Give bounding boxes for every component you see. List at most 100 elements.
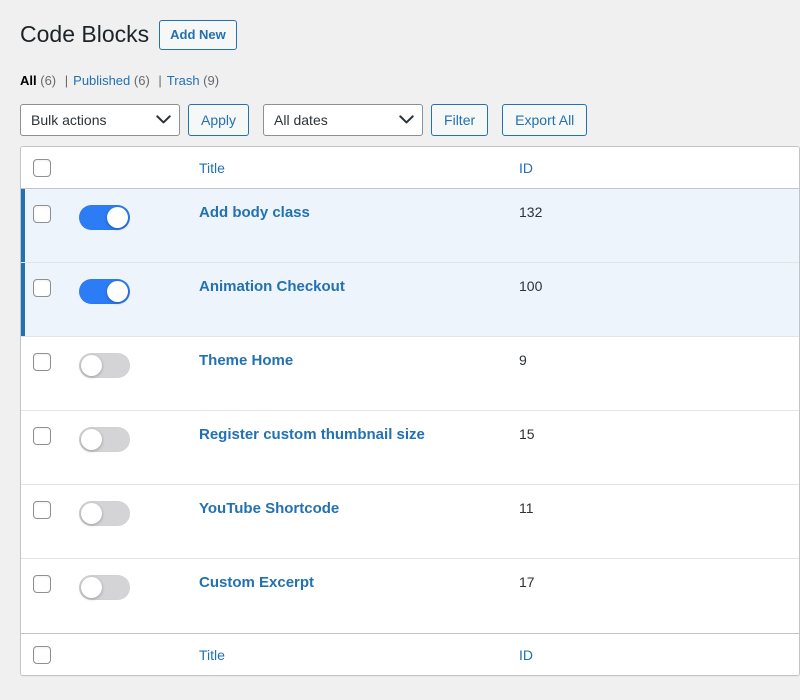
title-header[interactable]: Title [189, 147, 509, 189]
title-footer[interactable]: Title [189, 633, 509, 675]
row-id-value: 15 [519, 426, 535, 442]
filter-button[interactable]: Filter [431, 104, 489, 136]
row-title-link[interactable]: Add body class [199, 203, 310, 223]
table-head: Title ID [21, 147, 799, 189]
row-title-link[interactable]: Theme Home [199, 351, 293, 371]
row-checkbox[interactable] [33, 353, 51, 372]
status-toggle-off[interactable] [79, 575, 130, 600]
status-toggle-on[interactable] [79, 279, 130, 304]
bulk-actions-select-wrapper: Bulk actions [20, 104, 180, 136]
row-toggle-cell [69, 485, 189, 559]
toggle-knob [81, 429, 102, 450]
table-row: Register custom thumbnail size 15 [21, 411, 799, 485]
row-title-link[interactable]: Register custom thumbnail size [199, 425, 425, 445]
add-new-button[interactable]: Add New [159, 20, 237, 50]
views-separator-1: | [64, 73, 69, 88]
id-header[interactable]: ID [509, 147, 799, 189]
row-title-cell: Theme Home [189, 337, 509, 411]
page-header: Code Blocks Add New [20, 18, 800, 52]
toggle-knob [107, 281, 128, 302]
row-id-value: 17 [519, 574, 535, 590]
toggle-header [69, 147, 189, 189]
row-title-cell: Register custom thumbnail size [189, 411, 509, 485]
view-all-link[interactable]: All [20, 73, 37, 88]
dates-select[interactable]: All dates [263, 104, 424, 136]
views-nav: All (6) | Published (6) | Trash (9) [20, 68, 800, 94]
view-trash-link[interactable]: Trash [167, 73, 200, 88]
row-title-link[interactable]: Animation Checkout [199, 277, 345, 297]
export-all-button[interactable]: Export All [502, 104, 588, 136]
select-all-checkbox-footer[interactable] [33, 645, 51, 664]
row-checkbox[interactable] [33, 575, 51, 594]
status-toggle-off[interactable] [79, 353, 130, 378]
row-checkbox[interactable] [33, 501, 51, 520]
row-select-cell [21, 485, 69, 559]
row-id-value: 9 [519, 352, 527, 368]
select-all-checkbox[interactable] [33, 158, 51, 177]
view-trash-count: (9) [203, 73, 220, 88]
bulk-actions-group: Bulk actions Apply [20, 104, 250, 136]
row-toggle-cell [69, 559, 189, 633]
row-checkbox[interactable] [33, 205, 51, 224]
toggle-knob [107, 207, 128, 228]
row-select-cell [21, 411, 69, 485]
view-published: Published (6) | [73, 68, 167, 94]
status-toggle-off[interactable] [79, 427, 130, 452]
toggle-knob [81, 577, 102, 598]
view-all-count: (6) [40, 73, 57, 88]
row-select-cell [21, 337, 69, 411]
page-title: Code Blocks [20, 21, 150, 48]
row-toggle-cell [69, 337, 189, 411]
table-row: Custom Excerpt 17 [21, 559, 799, 633]
row-id-cell: 15 [509, 411, 799, 485]
row-id-value: 100 [519, 278, 543, 294]
table-row: Add body class 132 [21, 189, 799, 263]
row-id-value: 132 [519, 204, 543, 220]
view-all: All (6) | [20, 68, 73, 94]
bulk-actions-select[interactable]: Bulk actions [20, 104, 180, 136]
row-title-cell: Custom Excerpt [189, 559, 509, 633]
dates-select-wrapper: All dates [263, 104, 424, 136]
table-header-row: Title ID [21, 147, 799, 189]
row-toggle-cell [69, 263, 189, 337]
row-id-cell: 100 [509, 263, 799, 337]
row-toggle-cell [69, 411, 189, 485]
status-toggle-on[interactable] [79, 205, 130, 230]
table-footer-row: Title ID [21, 633, 799, 675]
table-foot: Title ID [21, 633, 799, 675]
row-title-cell: Animation Checkout [189, 263, 509, 337]
view-trash: Trash (9) [167, 68, 219, 94]
row-id-cell: 9 [509, 337, 799, 411]
row-title-link[interactable]: YouTube Shortcode [199, 499, 339, 519]
table-body: Add body class 132 Animation Checkout 100 Th… [21, 189, 799, 633]
views-separator-2: | [158, 73, 162, 88]
table-row: Animation Checkout 100 [21, 263, 799, 337]
row-select-cell [21, 189, 69, 263]
row-id-cell: 17 [509, 559, 799, 633]
table-row: Theme Home 9 [21, 337, 799, 411]
table-row: YouTube Shortcode 11 [21, 485, 799, 559]
code-blocks-table: Title ID Add body class 132 Animation Chec… [20, 146, 800, 676]
toggle-footer [69, 633, 189, 675]
admin-page-wrap: Code Blocks Add New All (6) | Published … [0, 0, 800, 676]
row-toggle-cell [69, 189, 189, 263]
view-published-link[interactable]: Published [73, 73, 130, 88]
toggle-knob [81, 503, 102, 524]
row-checkbox[interactable] [33, 427, 51, 446]
row-select-cell [21, 559, 69, 633]
row-checkbox[interactable] [33, 279, 51, 298]
row-select-cell [21, 263, 69, 337]
apply-button[interactable]: Apply [188, 104, 250, 136]
row-id-cell: 132 [509, 189, 799, 263]
row-title-link[interactable]: Custom Excerpt [199, 573, 314, 593]
view-published-count: (6) [133, 73, 150, 88]
row-title-cell: Add body class [189, 189, 509, 263]
select-all-header [21, 147, 69, 189]
select-all-footer [21, 633, 69, 675]
status-toggle-off[interactable] [79, 501, 130, 526]
table-toolbar: Bulk actions Apply All dates Filter Expo… [20, 102, 800, 138]
toggle-knob [81, 355, 102, 376]
row-id-cell: 11 [509, 485, 799, 559]
row-id-value: 11 [519, 500, 534, 516]
id-footer[interactable]: ID [509, 633, 799, 675]
